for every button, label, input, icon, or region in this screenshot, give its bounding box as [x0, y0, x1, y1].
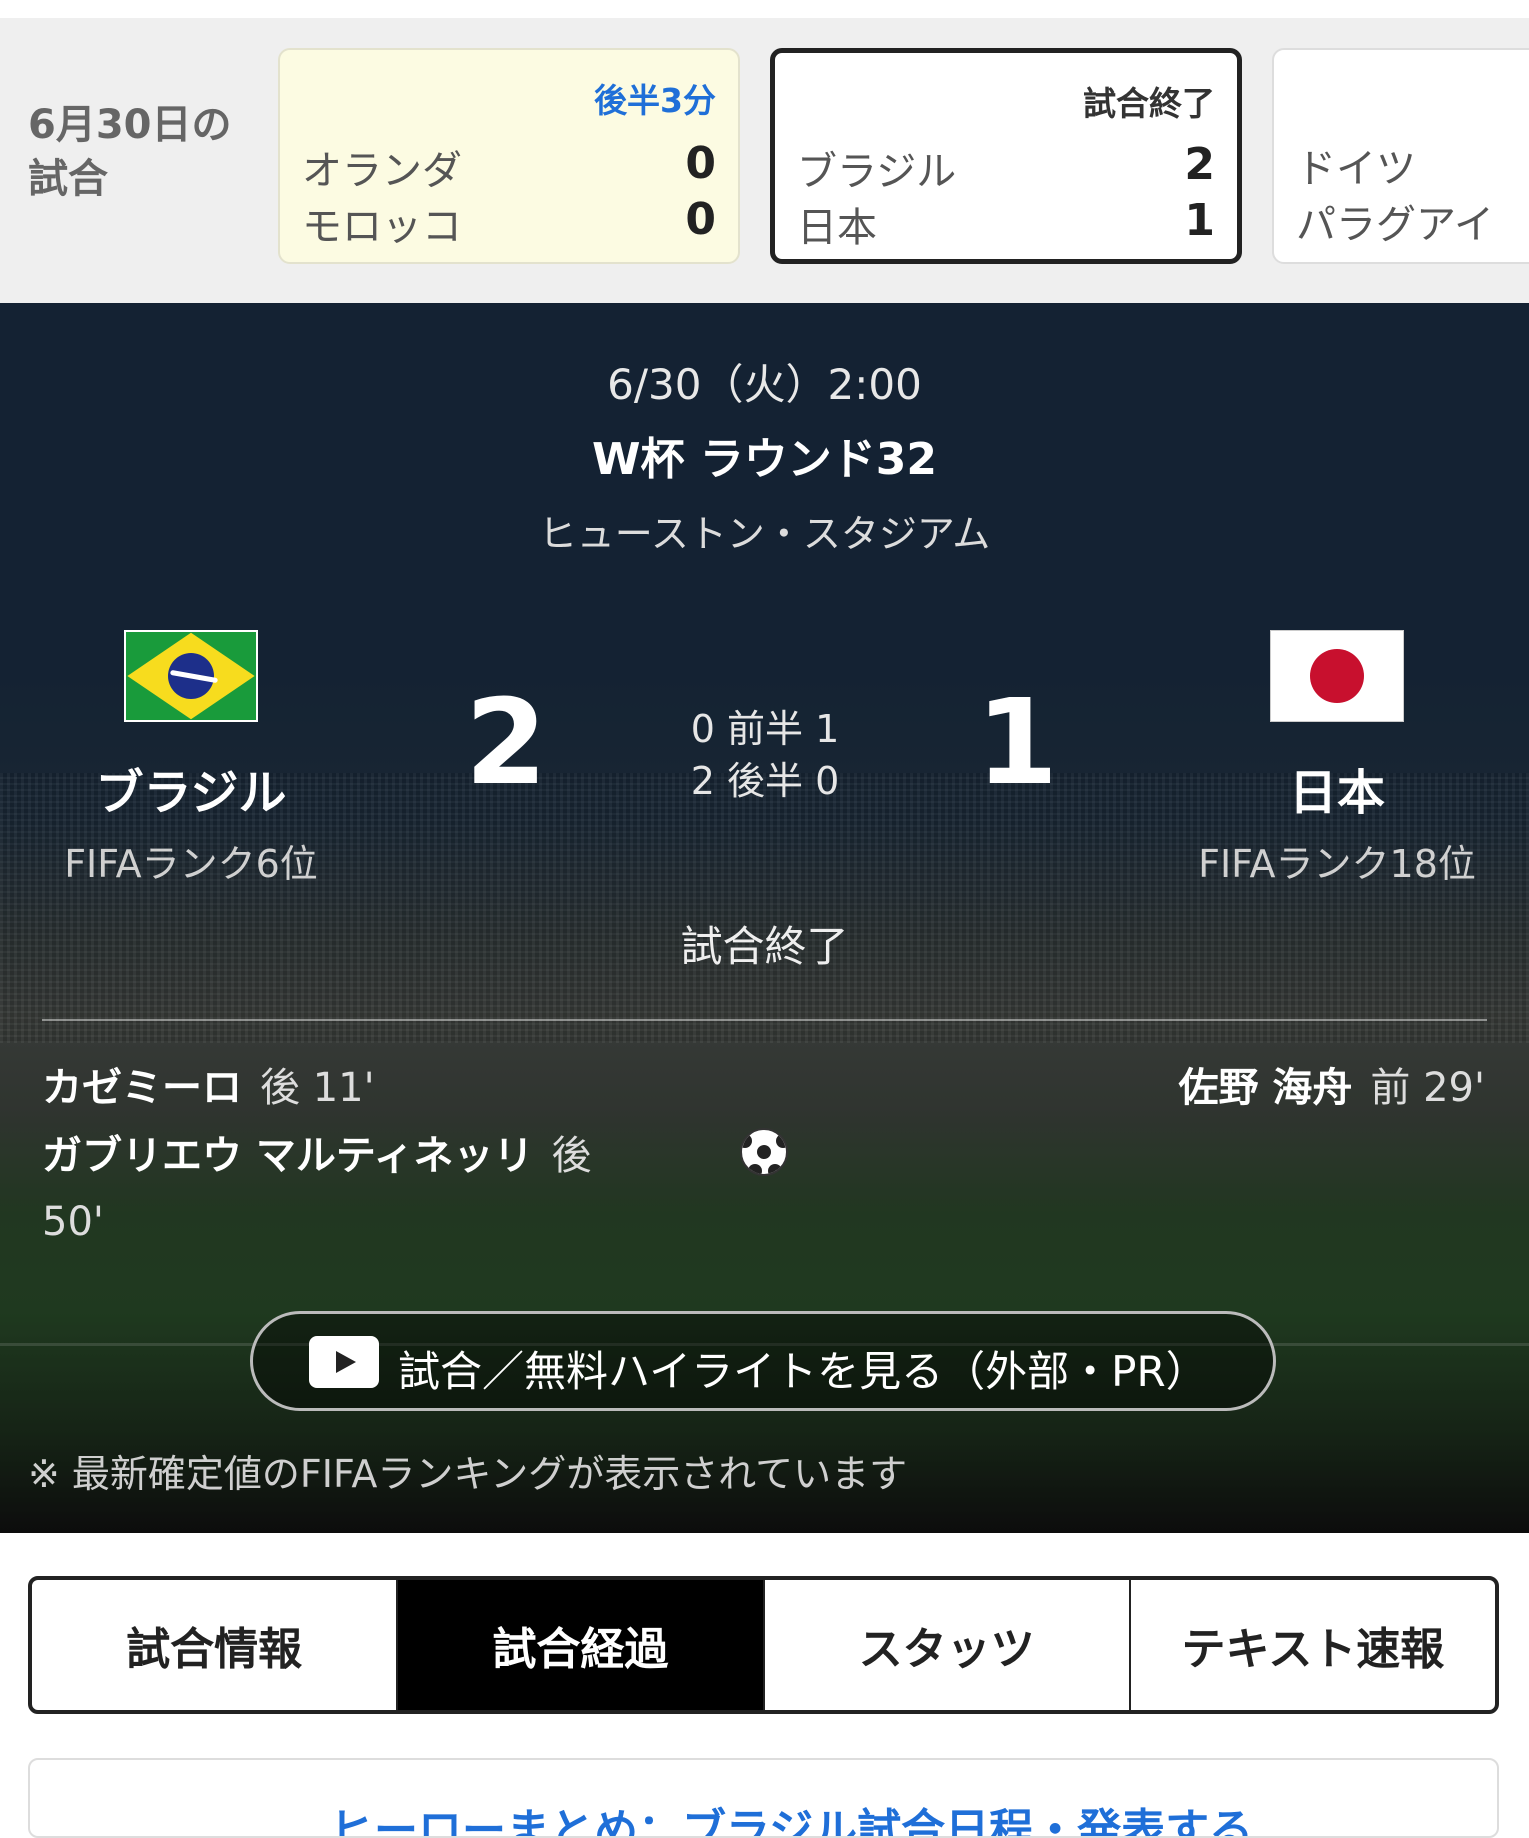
tab-stats[interactable]: スタッツ — [765, 1580, 1131, 1710]
tab-match-info[interactable]: 試合情報 — [32, 1580, 399, 1710]
match-card-home-team: ブラジル — [797, 149, 957, 195]
match-card-home-score: 0 — [685, 138, 716, 189]
match-venue: ヒューストン・スタジアム — [538, 512, 991, 556]
match-card-status: 後半3分 — [594, 81, 716, 120]
match-card-away-score: 1 — [1184, 195, 1215, 246]
tab-text-live[interactable]: テキスト速報 — [1131, 1580, 1495, 1710]
first-half-score: 0 前半 1 — [690, 707, 840, 751]
scorer-name: ガブリエウ マルティネッリ — [42, 1133, 534, 1179]
match-card-away-score: 0 — [685, 194, 716, 245]
match-card-away-row: パラグアイ — [1296, 192, 1529, 250]
japan-flag-icon — [1270, 630, 1404, 722]
match-card-home-row: オランダ 0 — [302, 138, 716, 196]
match-card-away-team: モロッコ — [302, 204, 462, 250]
match-datetime: 6/30（火）2:00 — [607, 360, 922, 409]
home-scorer: カゼミーロ後 11' — [42, 1055, 375, 1113]
bottom-info-card[interactable]: ヒーローまとめ：ブラジル試合日程・発表する — [28, 1758, 1499, 1838]
match-card-germany-paraguay[interactable]: ドイツ パラグアイ — [1272, 48, 1529, 264]
brazil-flag-icon — [124, 630, 258, 722]
tab-match-progress[interactable]: 試合経過 — [398, 1580, 765, 1710]
second-half-score: 2 後半 0 — [690, 759, 840, 803]
date-label-line2: 試合 — [28, 156, 108, 202]
highlight-video-button[interactable]: 試合／無料ハイライトを見る（外部・PR） — [250, 1311, 1276, 1411]
match-card-home-row: ブラジル 2 — [797, 139, 1215, 197]
soccer-ball-icon — [740, 1128, 788, 1176]
scorer-name: 佐野 海舟 — [1178, 1065, 1353, 1111]
home-scorer: ガブリエウ マルティネッリ後 50' — [42, 1123, 642, 1255]
away-scorer: 佐野 海舟前 29' — [1178, 1055, 1485, 1113]
match-hero: 6/30（火）2:00 W杯 ラウンド32 ヒューストン・スタジアム ブラジル … — [0, 303, 1529, 1533]
match-card-brazil-japan[interactable]: 試合終了 ブラジル 2 日本 1 — [770, 48, 1242, 264]
match-card-home-team: オランダ — [302, 148, 462, 194]
match-card-away-row: 日本 1 — [797, 195, 1215, 253]
scorer-minute: 前 29' — [1370, 1065, 1485, 1111]
match-card-away-row: モロッコ 0 — [302, 194, 716, 252]
away-score: 1 — [975, 673, 1059, 811]
match-card-home-score: 2 — [1184, 139, 1215, 190]
scorer-minute: 後 11' — [260, 1065, 375, 1111]
match-card-status: 試合終了 — [1083, 84, 1215, 123]
home-score: 2 — [464, 673, 548, 811]
play-video-icon — [309, 1336, 379, 1388]
away-team-rank: FIFAランク18位 — [1198, 842, 1476, 886]
highlight-button-label: 試合／無料ハイライトを見る（外部・PR） — [398, 1347, 1208, 1396]
match-round: W杯 ラウンド32 — [591, 434, 938, 485]
date-label-line1: 6月30日の — [28, 102, 232, 148]
match-card-away-team: 日本 — [797, 205, 877, 251]
home-team-name[interactable]: ブラジル — [31, 753, 351, 823]
top-spacer — [0, 0, 1529, 18]
scorer-name: カゼミーロ — [42, 1065, 242, 1111]
match-status: 試合終了 — [680, 922, 849, 971]
carousel-date-label: 6月30日の 試合 — [28, 98, 258, 206]
match-carousel[interactable]: 6月30日の 試合 後半3分 オランダ 0 モロッコ 0 試合終了 ブラジル 2… — [0, 18, 1529, 303]
bottom-card-link[interactable]: ヒーローまとめ：ブラジル試合日程・発表する — [330, 1794, 1253, 1836]
match-card-netherlands-morocco[interactable]: 後半3分 オランダ 0 モロッコ 0 — [278, 48, 740, 264]
away-team-name[interactable]: 日本 — [1177, 753, 1497, 823]
match-card-away-team: パラグアイ — [1296, 202, 1494, 248]
match-card-home-row: ドイツ — [1296, 136, 1529, 194]
home-team-rank: FIFAランク6位 — [64, 842, 318, 886]
hero-divider — [42, 1019, 1487, 1021]
match-card-home-team: ドイツ — [1296, 146, 1416, 192]
fifa-ranking-note: ※ 最新確定値のFIFAランキングが表示されています — [28, 1452, 908, 1496]
match-tabs: 試合情報 試合経過 スタッツ テキスト速報 — [28, 1576, 1499, 1714]
